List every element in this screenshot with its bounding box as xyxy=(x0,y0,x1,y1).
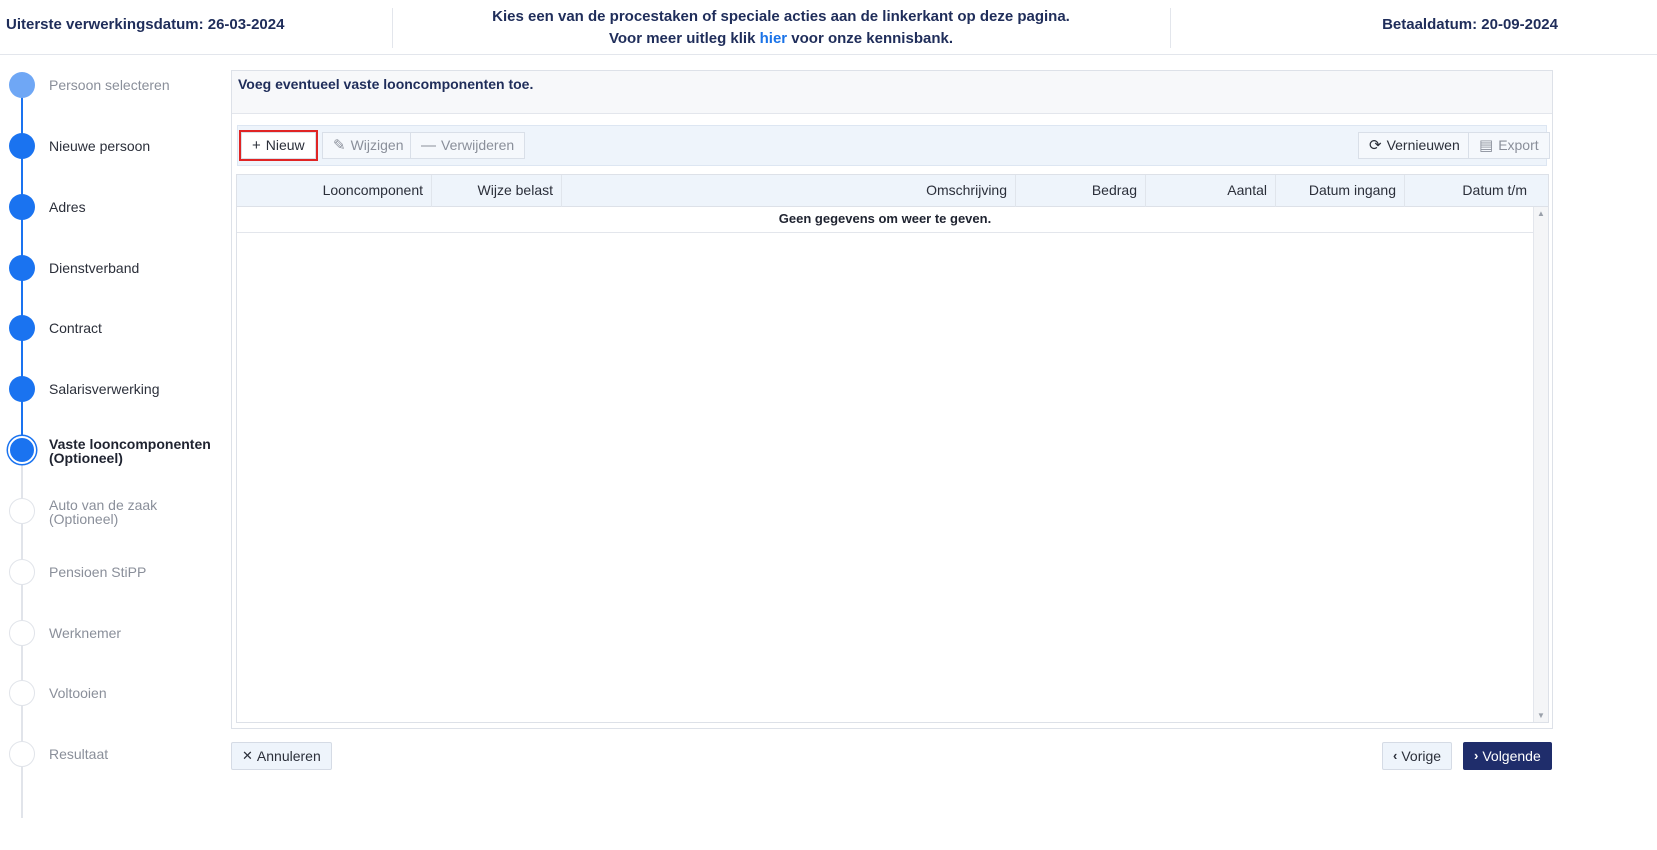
export-button-label: Export xyxy=(1498,137,1539,153)
step-dot-current xyxy=(8,436,36,464)
step-dot xyxy=(9,133,35,159)
step-nieuwe-persoon[interactable]: Nieuwe persoon xyxy=(0,133,225,173)
step-label: Nieuwe persoon xyxy=(49,138,151,154)
cancel-button[interactable]: ✕ Annuleren xyxy=(231,742,332,770)
info-text-pre: Voor meer uitleg klik xyxy=(609,30,760,47)
step-auto-van-de-zaak[interactable]: Auto van de zaak (Optioneel) xyxy=(0,498,225,538)
deadline-date: Uiterste verwerkingsdatum: 26-03-2024 xyxy=(6,16,285,33)
chevron-left-icon: ‹ xyxy=(1393,748,1398,763)
step-label: Dienstverband xyxy=(49,260,140,276)
step-dot xyxy=(9,559,35,585)
step-dot xyxy=(9,315,35,341)
step-label-main: Vaste looncomponenten xyxy=(49,436,211,452)
minus-icon: — xyxy=(421,137,436,154)
edit-button-label: Wijzigen xyxy=(350,137,404,153)
step-dot xyxy=(9,620,35,646)
step-label: Contract xyxy=(49,320,102,336)
step-dot xyxy=(9,498,35,524)
info-text-post: voor onze kennisbank. xyxy=(787,30,953,47)
step-label: Adres xyxy=(49,199,86,215)
step-label: Auto van de zaak (Optioneel) xyxy=(49,498,157,526)
step-label: Persoon selecteren xyxy=(49,77,170,93)
step-contract[interactable]: Contract xyxy=(0,315,225,355)
step-label-sub: (Optioneel) xyxy=(49,450,123,466)
column-header-bedrag[interactable]: Bedrag xyxy=(1016,175,1146,207)
header-info-line1: Kies een van de procestaken of speciale … xyxy=(492,8,1070,25)
grid-toolbar: + Nieuw ✎ Wijzigen — Verwijderen ⟳ Verni… xyxy=(237,125,1550,166)
new-button[interactable]: + Nieuw xyxy=(239,130,318,161)
previous-button-label: Vorige xyxy=(1401,748,1442,764)
process-stepper: Persoon selecteren Nieuwe persoon Adres … xyxy=(0,55,225,850)
column-header-datum-tm[interactable]: Datum t/m xyxy=(1405,175,1535,207)
panel-header: Voeg eventueel vaste looncomponenten toe… xyxy=(232,71,1552,114)
knowledge-base-link[interactable]: hier xyxy=(760,30,788,47)
close-icon: ✕ xyxy=(242,748,253,763)
step-dot xyxy=(9,376,35,402)
step-label-main: Auto van de zaak xyxy=(49,497,158,513)
column-header-omschrijving[interactable]: Omschrijving xyxy=(562,175,1016,207)
data-grid: Looncomponent Wijze belast Omschrijving … xyxy=(236,174,1549,723)
step-dot xyxy=(9,255,35,281)
next-button-label: Volgende xyxy=(1482,748,1541,764)
column-header-looncomponent[interactable]: Looncomponent xyxy=(237,175,432,207)
top-header: Uiterste verwerkingsdatum: 26-03-2024 Ki… xyxy=(0,0,1657,55)
pencil-icon: ✎ xyxy=(333,137,346,154)
step-label: Salarisverwerking xyxy=(49,381,160,397)
file-export-icon: ▤ xyxy=(1479,137,1494,154)
refresh-button-label: Vernieuwen xyxy=(1386,137,1460,153)
cancel-button-label: Annuleren xyxy=(256,748,321,764)
grid-header: Looncomponent Wijze belast Omschrijving … xyxy=(237,175,1548,207)
previous-button[interactable]: ‹ Vorige xyxy=(1382,742,1453,770)
panel-title: Voeg eventueel vaste looncomponenten toe… xyxy=(238,76,534,92)
grid-scrollbar[interactable]: ▲ ▼ xyxy=(1533,207,1548,722)
refresh-icon: ⟳ xyxy=(1369,137,1382,154)
step-dot xyxy=(9,194,35,220)
step-label-sub: (Optioneel) xyxy=(49,511,119,527)
step-vaste-looncomponenten[interactable]: Vaste looncomponenten (Optioneel) xyxy=(0,436,225,477)
step-label: Pensioen StiPP xyxy=(49,564,147,580)
chevron-right-icon: › xyxy=(1474,748,1479,763)
new-button-label: Nieuw xyxy=(265,137,305,153)
step-persoon-selecteren[interactable]: Persoon selecteren xyxy=(0,72,225,112)
step-salarisverwerking[interactable]: Salarisverwerking xyxy=(0,376,225,416)
header-divider xyxy=(1170,8,1171,48)
column-header-aantal[interactable]: Aantal xyxy=(1146,175,1276,207)
delete-button-label: Verwijderen xyxy=(441,137,515,153)
step-resultaat[interactable]: Resultaat xyxy=(0,741,225,781)
pay-date: Betaaldatum: 20-09-2024 xyxy=(1382,16,1558,33)
edit-button[interactable]: ✎ Wijzigen xyxy=(322,132,415,159)
step-dot xyxy=(9,741,35,767)
step-label: Voltooien xyxy=(49,685,107,701)
refresh-button[interactable]: ⟳ Vernieuwen xyxy=(1358,132,1471,159)
step-label: Werknemer xyxy=(49,625,122,641)
column-header-datum-ingang[interactable]: Datum ingang xyxy=(1276,175,1405,207)
scroll-up-icon[interactable]: ▲ xyxy=(1537,209,1545,218)
step-label: Resultaat xyxy=(49,746,109,762)
step-label: Vaste looncomponenten (Optioneel) xyxy=(49,437,211,465)
main-panel: Voeg eventueel vaste looncomponenten toe… xyxy=(231,70,1553,729)
header-info: Kies een van de procestaken of speciale … xyxy=(392,6,1170,50)
empty-grid-message: Geen gegevens om weer te geven. xyxy=(237,207,1533,233)
step-adres[interactable]: Adres xyxy=(0,194,225,234)
header-info-line2: Voor meer uitleg klik hier voor onze ken… xyxy=(392,28,1170,50)
step-werknemer[interactable]: Werknemer xyxy=(0,620,225,660)
plus-icon: + xyxy=(252,137,261,154)
step-dot xyxy=(9,680,35,706)
delete-button[interactable]: — Verwijderen xyxy=(410,132,526,159)
scroll-down-icon[interactable]: ▼ xyxy=(1537,711,1545,720)
step-dienstverband[interactable]: Dienstverband xyxy=(0,255,225,295)
column-header-wijze-belast[interactable]: Wijze belast xyxy=(432,175,562,207)
next-button[interactable]: › Volgende xyxy=(1463,742,1552,770)
step-pensioen-stipp[interactable]: Pensioen StiPP xyxy=(0,559,225,599)
step-voltooien[interactable]: Voltooien xyxy=(0,680,225,720)
step-dot xyxy=(9,72,35,98)
export-button[interactable]: ▤ Export xyxy=(1468,132,1550,159)
